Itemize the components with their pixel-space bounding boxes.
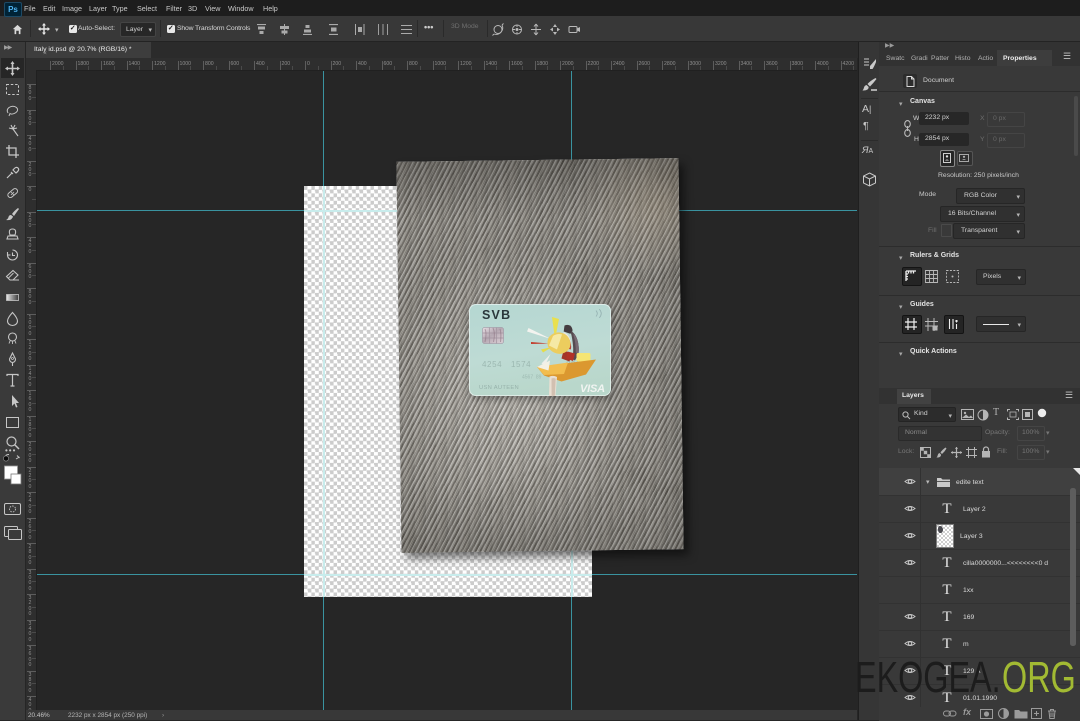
svg-text:1574: 1574 [511, 360, 531, 369]
svg-text:4254: 4254 [482, 360, 502, 369]
svg-text:4567 89: 4567 89 [522, 375, 542, 381]
svg-text:VISA: VISA [580, 383, 605, 395]
svg-text:USN AUTEEN: USN AUTEEN [479, 385, 519, 391]
svg-text:SVB: SVB [482, 308, 511, 322]
